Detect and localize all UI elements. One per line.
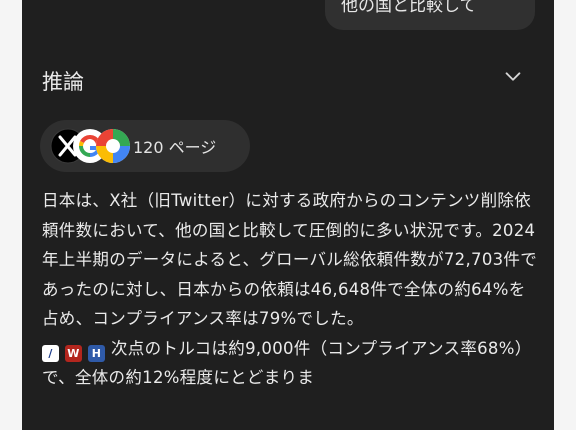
reasoning-label: 推論 — [42, 70, 84, 94]
answer-paragraph-2: ∕ W H 次点のトルコは約9,000件（コンプライアンス率68%）で、全体の約12%… — [42, 334, 542, 393]
answer-paragraph-2-text: 次点のトルコは約9,000件（コンプライアンス率68%）で、全体の約12%程度に… — [42, 338, 532, 388]
source-favicon-icon[interactable]: H — [88, 344, 105, 362]
sources-button[interactable]: 120 ページ — [40, 120, 250, 172]
source-favicon-icon[interactable]: W — [65, 344, 82, 362]
answer-text: 日本は、X社（旧Twitter）に対する政府からのコンテンツ削除依頼件数において… — [42, 186, 542, 393]
source-icons — [50, 128, 130, 164]
source-favicon-icon[interactable]: ∕ — [42, 344, 59, 362]
user-message-bubble: 他の国と比較して — [325, 0, 535, 30]
chat-panel: 他の国と比較して 推論 120 ページ 日本は、X社（旧Twitter）に対する… — [22, 0, 554, 430]
reasoning-toggle[interactable]: 推論 — [22, 58, 554, 104]
answer-paragraph-1: 日本は、X社（旧Twitter）に対する政府からのコンテンツ削除依頼件数において… — [42, 191, 538, 328]
colorful-logo-icon — [96, 129, 130, 163]
pages-count: 120 ページ — [133, 138, 217, 157]
chevron-down-icon[interactable] — [502, 66, 524, 88]
